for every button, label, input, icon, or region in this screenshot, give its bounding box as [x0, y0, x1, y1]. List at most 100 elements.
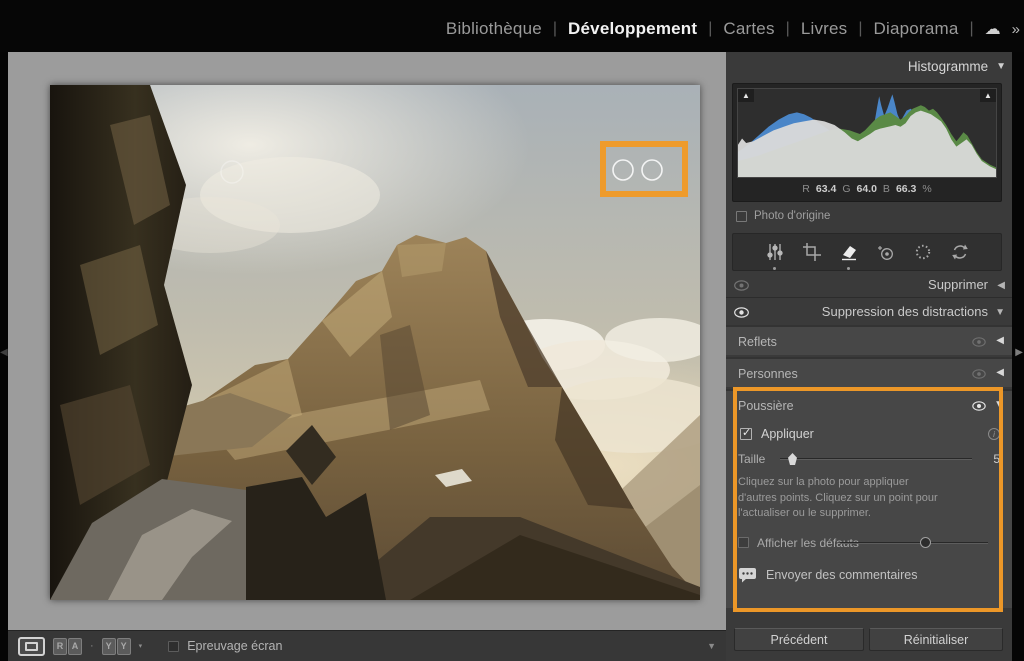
defects-slider-thumb[interactable]	[920, 537, 931, 548]
poussiere-body: ✓ Appliquer i Taille 5 Cliquez sur la ph…	[726, 419, 1012, 608]
histogram-plot[interactable]: ▲ ▲	[737, 88, 997, 178]
red-eye-icon	[876, 242, 896, 262]
poussiere-collapse-icon[interactable]: ▼	[994, 399, 1004, 410]
edit-sliders-tool[interactable]	[764, 241, 786, 263]
original-photo-label: Photo d'origine	[754, 210, 830, 222]
toolbar-options-arrow-icon[interactable]: ▼	[707, 641, 716, 651]
histogram-title: Histogramme	[908, 59, 988, 74]
nav-separator: |	[858, 20, 862, 38]
feedback-bubble-icon	[738, 567, 757, 583]
module-picker: Bibliothèque | Développement | Cartes | …	[0, 0, 1024, 52]
b-value: 66.3	[896, 183, 916, 195]
left-panel-toggle-icon[interactable]: ◀	[0, 347, 8, 358]
crop-tool[interactable]	[801, 241, 823, 263]
eye-icon[interactable]	[734, 307, 749, 318]
eye-icon[interactable]	[972, 401, 986, 411]
nav-separator: |	[708, 20, 712, 38]
defects-slider-track[interactable]	[840, 542, 988, 544]
soft-proofing-checkbox[interactable]	[168, 641, 179, 652]
dust-instructions: Cliquez sur la photo pour appliquer d'au…	[738, 475, 948, 522]
b-label: B	[883, 183, 890, 195]
tab-livres[interactable]: Livres	[801, 19, 848, 39]
reference-view-left: R	[53, 638, 67, 655]
nav-separator: |	[970, 20, 974, 38]
reflets-label: Reflets	[738, 335, 777, 349]
mountain-photo	[50, 85, 700, 600]
shadow-clipping-icon[interactable]: ▲	[738, 89, 754, 102]
tab-diaporama[interactable]: Diaporama	[874, 19, 959, 39]
feedback-label: Envoyer des commentaires	[766, 568, 917, 582]
reflets-collapse-icon[interactable]: ◀	[996, 335, 1004, 346]
r-label: R	[802, 183, 810, 195]
remove-tool-active[interactable]	[838, 241, 860, 263]
subpanel-reflets[interactable]: Reflets ◀	[726, 325, 1012, 355]
size-value: 5	[993, 452, 1000, 466]
tab-developpement[interactable]: Développement	[568, 19, 697, 39]
view-menu-arrow-icon[interactable]: ▾	[139, 642, 143, 650]
develop-right-panel: Histogramme ▼ ▲ ▲ R 63.4 G 64.0 B 66	[726, 52, 1012, 661]
original-photo-checkbox[interactable]	[736, 211, 747, 222]
nav-separator: |	[786, 20, 790, 38]
histogram-graph	[738, 89, 997, 178]
right-panel-toggle-icon[interactable]: ▶	[1015, 347, 1023, 358]
panel-supprimer-label: Supprimer	[928, 277, 988, 292]
histogram-panel: ▲ ▲ R 63.4 G 64.0 B 66.3 %	[732, 83, 1002, 202]
toolbar-dot: ·	[90, 640, 94, 652]
show-defects-checkbox[interactable]	[738, 537, 749, 548]
size-label: Taille	[738, 452, 765, 466]
subpanel-poussiere[interactable]: Poussière ▼	[726, 389, 1012, 419]
highlight-clipping-icon[interactable]: ▲	[980, 89, 996, 102]
tool-strip	[732, 233, 1002, 271]
overflow-chevron-icon[interactable]: »	[1012, 21, 1018, 38]
size-slider-thumb[interactable]	[788, 453, 797, 465]
photo-preview[interactable]	[50, 85, 700, 600]
view-toolbar: R A · Y Y ▾ Epreuvage écran ▼	[8, 630, 726, 661]
poussiere-label: Poussière	[738, 399, 794, 413]
panel-supprimer-header[interactable]: Supprimer ◀	[726, 274, 1012, 298]
masking-icon	[913, 242, 933, 262]
eye-icon[interactable]	[972, 337, 986, 347]
before-after-view-button[interactable]: Y Y	[102, 638, 131, 655]
loupe-view-button[interactable]	[18, 637, 45, 656]
panel-distractions-collapse-icon[interactable]: ▼	[995, 307, 1005, 318]
photo-canvas	[8, 52, 726, 630]
sync-tool[interactable]	[949, 241, 971, 263]
subpanel-personnes[interactable]: Personnes ◀	[726, 357, 1012, 387]
eye-icon[interactable]	[734, 280, 749, 291]
feedback-row[interactable]: Envoyer des commentaires	[738, 567, 917, 583]
histogram-collapse-icon[interactable]: ▼	[996, 61, 1006, 72]
panel-distractions-header[interactable]: Suppression des distractions ▼	[726, 301, 1012, 325]
apply-checkbox[interactable]: ✓	[740, 428, 752, 440]
sync-icon	[950, 242, 970, 262]
panel-supprimer-collapse-icon[interactable]: ◀	[997, 280, 1005, 291]
nav-separator: |	[553, 20, 557, 38]
percent-label: %	[922, 183, 931, 195]
right-panel-strip: ▶	[1012, 52, 1024, 661]
r-value: 63.4	[816, 183, 836, 195]
masking-tool[interactable]	[912, 241, 934, 263]
panel-distractions-label: Suppression des distractions	[822, 304, 988, 319]
size-slider-track[interactable]	[780, 458, 972, 460]
before-after-right: Y	[117, 638, 131, 655]
left-panel-strip: ◀	[0, 52, 8, 661]
g-value: 64.0	[856, 183, 876, 195]
eraser-icon	[839, 242, 859, 262]
g-label: G	[842, 183, 850, 195]
personnes-collapse-icon[interactable]: ◀	[996, 367, 1004, 378]
show-defects-row: Afficher les défauts	[738, 535, 1000, 551]
check-mark: ✓	[742, 426, 751, 439]
reference-view-button[interactable]: R A	[53, 638, 82, 655]
before-after-left: Y	[102, 638, 116, 655]
tab-bibliotheque[interactable]: Bibliothèque	[446, 19, 542, 39]
tab-cartes[interactable]: Cartes	[723, 19, 774, 39]
eye-icon[interactable]	[972, 369, 986, 379]
sliders-icon	[765, 242, 785, 262]
personnes-label: Personnes	[738, 367, 798, 381]
cloud-sync-icon[interactable]: ☁	[985, 19, 1001, 39]
previous-button[interactable]: Précédent	[734, 628, 864, 651]
reset-button[interactable]: Réinitialiser	[869, 628, 1003, 651]
histogram-header[interactable]: Histogramme ▼	[908, 59, 1006, 74]
red-eye-tool[interactable]	[875, 241, 897, 263]
soft-proofing-label: Epreuvage écran	[187, 639, 282, 653]
info-icon[interactable]: i	[988, 428, 1000, 440]
